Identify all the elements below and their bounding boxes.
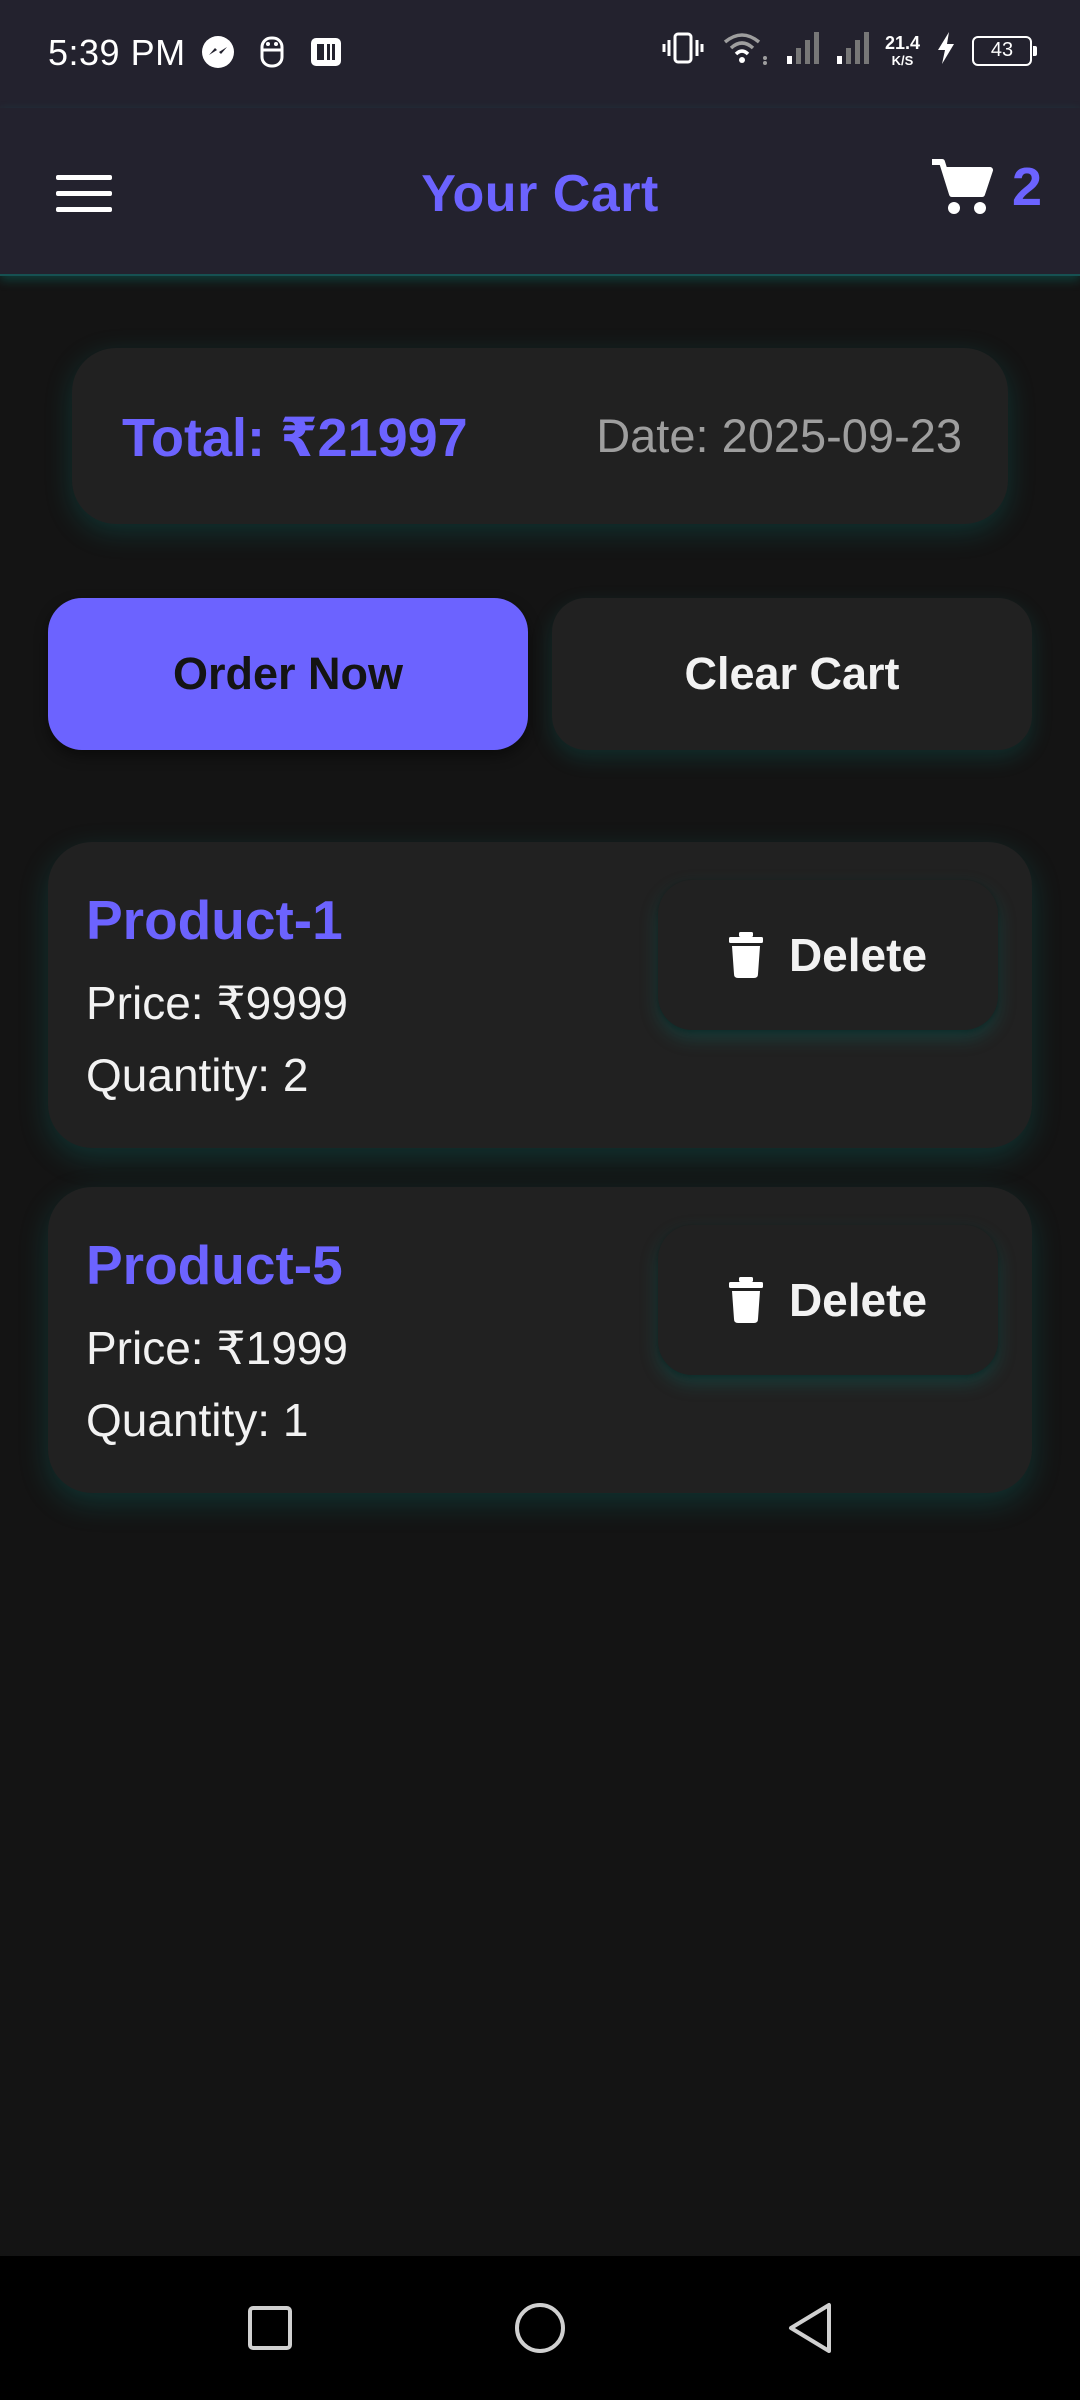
cart-date: Date: 2025-09-23 <box>596 409 962 462</box>
charging-icon <box>934 30 958 71</box>
signal-icon <box>785 30 821 71</box>
cart-item: Product-1 Price: ₹9999 Quantity: 2 Delet… <box>48 842 1032 1148</box>
clear-cart-button[interactable]: Clear Cart <box>552 598 1032 750</box>
status-time: 5:39 PM <box>48 32 186 73</box>
product-quantity: Quantity: 1 <box>86 1394 309 1446</box>
product-price: Price: ₹9999 <box>86 977 348 1029</box>
cart-button[interactable]: 2 <box>930 156 1042 218</box>
bot-icon <box>256 34 288 75</box>
trash-icon <box>728 1277 763 1323</box>
shopping-cart-icon <box>931 159 993 214</box>
delete-button[interactable]: Delete <box>658 880 998 1030</box>
order-now-button[interactable]: Order Now <box>48 598 528 750</box>
back-triangle-icon <box>789 2303 831 2353</box>
circle-icon <box>515 2303 565 2353</box>
cart-summary-card: Total: ₹21997 Date: 2025-09-23 <box>72 348 1008 524</box>
network-speed-unit: K/S <box>891 53 914 68</box>
system-status: 21.4 K/S 43 <box>661 30 1037 71</box>
product-name: Product-5 <box>86 1234 343 1296</box>
delete-button[interactable]: Delete <box>658 1225 998 1375</box>
recents-button[interactable] <box>240 2298 300 2358</box>
cart-total: Total: ₹21997 <box>122 408 468 468</box>
product-price: Price: ₹1999 <box>86 1322 348 1374</box>
home-button[interactable] <box>510 2298 570 2358</box>
delete-label: Delete <box>788 1274 928 1326</box>
trash-icon <box>728 932 763 978</box>
network-speed-value: 21.4 <box>884 33 920 53</box>
vibrate-icon <box>661 30 707 71</box>
network-speed: 21.4 K/S <box>885 34 920 67</box>
cart-screen: 5:39 PM 21.4 K/S 43 Your Cart 2 Total: ₹… <box>0 0 1080 2400</box>
cart-item: Product-5 Price: ₹1999 Quantity: 1 Delet… <box>48 1187 1032 1493</box>
messenger-icon <box>200 34 236 75</box>
status-bar: 5:39 PM 21.4 K/S 43 <box>0 0 1080 108</box>
notification-icons <box>200 34 344 75</box>
wifi-icon <box>721 30 771 71</box>
delete-label: Delete <box>788 929 928 981</box>
back-button[interactable] <box>780 2298 840 2358</box>
signal-icon <box>835 30 871 71</box>
paytm-icon <box>308 34 344 75</box>
system-navigation-bar <box>0 2256 1080 2400</box>
battery-level: 43 <box>990 39 1014 61</box>
page-title: Your Cart <box>421 165 659 223</box>
product-quantity: Quantity: 2 <box>86 1049 309 1101</box>
square-icon <box>248 2306 292 2350</box>
cart-count-badge: 2 <box>1011 157 1042 217</box>
app-bar: Your Cart 2 <box>0 108 1080 276</box>
product-name: Product-1 <box>86 889 343 951</box>
battery-icon: 43 <box>972 35 1037 66</box>
